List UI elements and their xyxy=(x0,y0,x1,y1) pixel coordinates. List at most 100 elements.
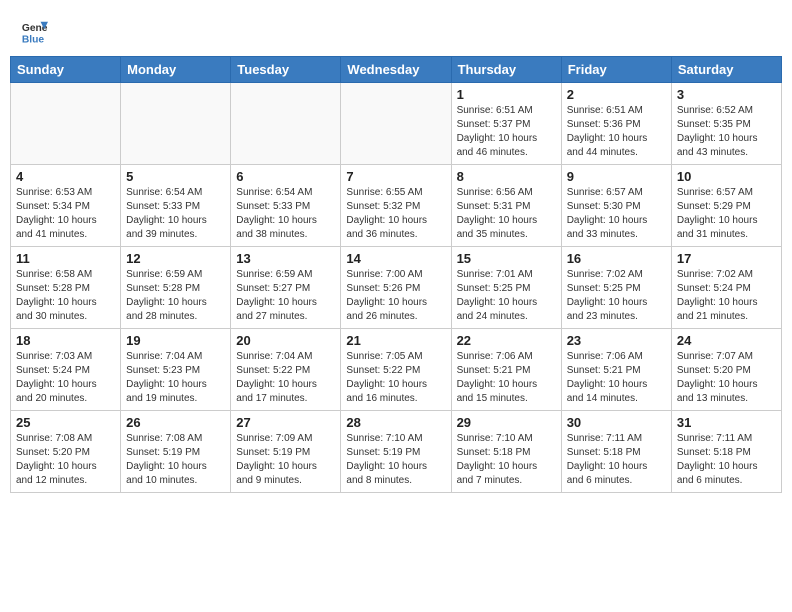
day-cell: 16 Sunrise: 7:02 AM Sunset: 5:25 PM Dayli… xyxy=(561,247,671,329)
day-cell xyxy=(341,83,451,165)
day-cell: 13 Sunrise: 6:59 AM Sunset: 5:27 PM Dayli… xyxy=(231,247,341,329)
day-number: 17 xyxy=(677,251,776,266)
day-info: Sunrise: 7:08 AM Sunset: 5:19 PM Dayligh… xyxy=(126,432,225,488)
day-info: Sunrise: 6:56 AM Sunset: 5:31 PM Dayligh… xyxy=(457,186,556,242)
day-number: 4 xyxy=(16,169,115,184)
day-info: Sunrise: 7:03 AM Sunset: 5:24 PM Dayligh… xyxy=(16,350,115,406)
day-cell: 15Sunrise: 7:01 AM Sunset: 5:25 PM Dayli… xyxy=(451,247,561,329)
day-number: 29 xyxy=(457,415,556,430)
svg-text:Blue: Blue xyxy=(22,34,45,45)
day-number: 24 xyxy=(677,333,776,348)
day-cell: 1 Sunrise: 6:51 AM Sunset: 5:37 PM Daylig… xyxy=(451,83,561,165)
day-header-wednesday: Wednesday xyxy=(341,57,451,83)
day-number: 25 xyxy=(16,415,115,430)
day-number: 30 xyxy=(567,415,666,430)
day-cell: 17 Sunrise: 7:02 AM Sunset: 5:24 PM Dayli… xyxy=(671,247,781,329)
day-info: Sunrise: 7:06 AM Sunset: 5:21 PM Dayligh… xyxy=(567,350,666,406)
day-header-tuesday: Tuesday xyxy=(231,57,341,83)
day-number: 11 xyxy=(16,251,115,266)
day-number: 7 xyxy=(346,169,445,184)
day-cell xyxy=(121,83,231,165)
day-number: 20 xyxy=(236,333,335,348)
day-number: 8 xyxy=(457,169,556,184)
day-cell: 27 Sunrise: 7:09 AM Sunset: 5:19 PM Dayli… xyxy=(231,411,341,493)
day-info: Sunrise: 6:51 AM Sunset: 5:37 PM Dayligh… xyxy=(457,104,556,160)
day-header-thursday: Thursday xyxy=(451,57,561,83)
day-number: 28 xyxy=(346,415,445,430)
day-cell: 11 Sunrise: 6:58 AM Sunset: 5:28 PM Dayli… xyxy=(11,247,121,329)
day-number: 26 xyxy=(126,415,225,430)
day-cell: 31 Sunrise: 7:11 AM Sunset: 5:18 PM Dayli… xyxy=(671,411,781,493)
day-cell: 4 Sunrise: 6:53 AM Sunset: 5:34 PM Daylig… xyxy=(11,165,121,247)
day-header-friday: Friday xyxy=(561,57,671,83)
day-info: Sunrise: 7:10 AM Sunset: 5:18 PM Dayligh… xyxy=(457,432,556,488)
day-number: 1 xyxy=(457,87,556,102)
day-number: 3 xyxy=(677,87,776,102)
day-info: Sunrise: 6:57 AM Sunset: 5:30 PM Dayligh… xyxy=(567,186,666,242)
day-info: Sunrise: 7:11 AM Sunset: 5:18 PM Dayligh… xyxy=(567,432,666,488)
day-header-sunday: Sunday xyxy=(11,57,121,83)
day-cell: 7 Sunrise: 6:55 AM Sunset: 5:32 PM Daylig… xyxy=(341,165,451,247)
day-cell: 8 Sunrise: 6:56 AM Sunset: 5:31 PM Daylig… xyxy=(451,165,561,247)
day-cell: 26 Sunrise: 7:08 AM Sunset: 5:19 PM Dayli… xyxy=(121,411,231,493)
day-number: 31 xyxy=(677,415,776,430)
day-cell: 18 Sunrise: 7:03 AM Sunset: 5:24 PM Dayli… xyxy=(11,329,121,411)
day-cell: 2Sunrise: 6:51 AM Sunset: 5:36 PM Daylig… xyxy=(561,83,671,165)
day-number: 18 xyxy=(16,333,115,348)
day-info: Sunrise: 6:58 AM Sunset: 5:28 PM Dayligh… xyxy=(16,268,115,324)
day-info: Sunrise: 7:04 AM Sunset: 5:22 PM Dayligh… xyxy=(236,350,335,406)
day-number: 16 xyxy=(567,251,666,266)
day-info: Sunrise: 7:02 AM Sunset: 5:25 PM Dayligh… xyxy=(567,268,666,324)
day-header-saturday: Saturday xyxy=(671,57,781,83)
day-cell: 6 Sunrise: 6:54 AM Sunset: 5:33 PM Daylig… xyxy=(231,165,341,247)
day-info: Sunrise: 7:00 AM Sunset: 5:26 PM Dayligh… xyxy=(346,268,445,324)
day-cell: 10Sunrise: 6:57 AM Sunset: 5:29 PM Dayli… xyxy=(671,165,781,247)
day-cell: 22Sunrise: 7:06 AM Sunset: 5:21 PM Dayli… xyxy=(451,329,561,411)
day-cell: 5 Sunrise: 6:54 AM Sunset: 5:33 PM Daylig… xyxy=(121,165,231,247)
week-row-3: 11 Sunrise: 6:58 AM Sunset: 5:28 PM Dayli… xyxy=(11,247,782,329)
day-info: Sunrise: 6:51 AM Sunset: 5:36 PM Dayligh… xyxy=(567,104,666,160)
day-info: Sunrise: 7:04 AM Sunset: 5:23 PM Dayligh… xyxy=(126,350,225,406)
day-number: 23 xyxy=(567,333,666,348)
day-cell: 12 Sunrise: 6:59 AM Sunset: 5:28 PM Dayli… xyxy=(121,247,231,329)
day-cell: 30 Sunrise: 7:11 AM Sunset: 5:18 PM Dayli… xyxy=(561,411,671,493)
week-row-5: 25Sunrise: 7:08 AM Sunset: 5:20 PM Dayli… xyxy=(11,411,782,493)
week-row-1: 1 Sunrise: 6:51 AM Sunset: 5:37 PM Daylig… xyxy=(11,83,782,165)
day-info: Sunrise: 6:52 AM Sunset: 5:35 PM Dayligh… xyxy=(677,104,776,160)
day-cell xyxy=(11,83,121,165)
day-number: 6 xyxy=(236,169,335,184)
day-cell: 24Sunrise: 7:07 AM Sunset: 5:20 PM Dayli… xyxy=(671,329,781,411)
day-info: Sunrise: 6:59 AM Sunset: 5:28 PM Dayligh… xyxy=(126,268,225,324)
day-info: Sunrise: 6:59 AM Sunset: 5:27 PM Dayligh… xyxy=(236,268,335,324)
day-cell: 28 Sunrise: 7:10 AM Sunset: 5:19 PM Dayli… xyxy=(341,411,451,493)
day-cell xyxy=(231,83,341,165)
day-number: 5 xyxy=(126,169,225,184)
day-info: Sunrise: 6:53 AM Sunset: 5:34 PM Dayligh… xyxy=(16,186,115,242)
day-info: Sunrise: 7:11 AM Sunset: 5:18 PM Dayligh… xyxy=(677,432,776,488)
day-info: Sunrise: 7:10 AM Sunset: 5:19 PM Dayligh… xyxy=(346,432,445,488)
day-info: Sunrise: 7:09 AM Sunset: 5:19 PM Dayligh… xyxy=(236,432,335,488)
day-number: 13 xyxy=(236,251,335,266)
week-row-4: 18 Sunrise: 7:03 AM Sunset: 5:24 PM Dayli… xyxy=(11,329,782,411)
day-number: 15 xyxy=(457,251,556,266)
day-cell: 9 Sunrise: 6:57 AM Sunset: 5:30 PM Daylig… xyxy=(561,165,671,247)
day-info: Sunrise: 6:55 AM Sunset: 5:32 PM Dayligh… xyxy=(346,186,445,242)
day-number: 19 xyxy=(126,333,225,348)
day-info: Sunrise: 6:57 AM Sunset: 5:29 PM Dayligh… xyxy=(677,186,776,242)
day-info: Sunrise: 7:05 AM Sunset: 5:22 PM Dayligh… xyxy=(346,350,445,406)
day-number: 9 xyxy=(567,169,666,184)
day-number: 21 xyxy=(346,333,445,348)
day-number: 27 xyxy=(236,415,335,430)
day-info: Sunrise: 6:54 AM Sunset: 5:33 PM Dayligh… xyxy=(126,186,225,242)
day-cell: 19 Sunrise: 7:04 AM Sunset: 5:23 PM Dayli… xyxy=(121,329,231,411)
day-info: Sunrise: 6:54 AM Sunset: 5:33 PM Dayligh… xyxy=(236,186,335,242)
day-number: 14 xyxy=(346,251,445,266)
day-number: 12 xyxy=(126,251,225,266)
page-header: General Blue xyxy=(10,10,782,50)
day-cell: 20 Sunrise: 7:04 AM Sunset: 5:22 PM Dayli… xyxy=(231,329,341,411)
logo-icon: General Blue xyxy=(20,18,48,46)
calendar-table: SundayMondayTuesdayWednesdayThursdayFrid… xyxy=(10,56,782,493)
logo: General Blue xyxy=(20,18,48,46)
week-row-2: 4 Sunrise: 6:53 AM Sunset: 5:34 PM Daylig… xyxy=(11,165,782,247)
day-info: Sunrise: 7:02 AM Sunset: 5:24 PM Dayligh… xyxy=(677,268,776,324)
